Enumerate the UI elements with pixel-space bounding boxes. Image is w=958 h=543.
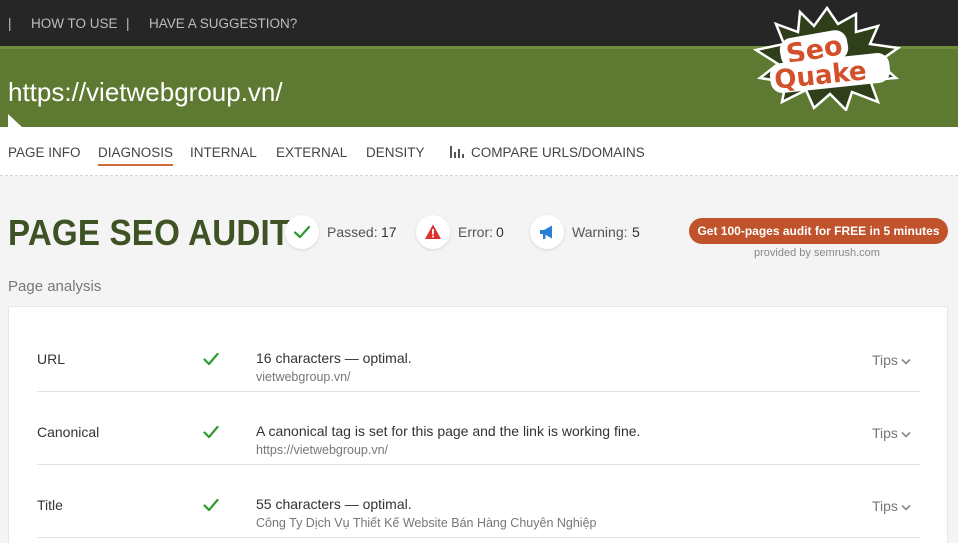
tab-label: DIAGNOSIS [98, 145, 174, 160]
tab-notch-decoration [8, 114, 22, 127]
check-icon [203, 425, 219, 439]
megaphone-icon [540, 225, 552, 239]
analysis-row-canonical: Canonical A canonical tag is set for thi… [37, 392, 920, 465]
row-detail: https://vietwebgroup.vn/ [256, 443, 389, 457]
tab-label: PAGE INFO [8, 145, 81, 160]
tab-label: DENSITY [366, 145, 425, 160]
tips-label: Tips [872, 352, 898, 368]
tab-internal[interactable]: INTERNAL [190, 145, 257, 160]
row-message: 55 characters — optimal. [256, 496, 412, 512]
page-title: PAGE SEO AUDIT [8, 212, 291, 253]
provided-by-text: provided by semrush.com [754, 247, 880, 259]
passed-count: 17 [381, 224, 397, 240]
seoquake-logo[interactable]: Seo Quake [752, 6, 902, 111]
tab-label: EXTERNAL [276, 145, 348, 160]
warning-count: 5 [632, 224, 640, 240]
row-message: A canonical tag is set for this page and… [256, 423, 641, 439]
row-name: Canonical [37, 424, 100, 440]
tips-label: Tips [872, 425, 898, 441]
report-tabs: PAGE INFO DIAGNOSIS INTERNAL EXTERNAL DE… [0, 127, 958, 176]
error-stat: Error: 0 [416, 215, 516, 249]
tips-toggle[interactable]: Tips [872, 425, 911, 441]
tips-toggle[interactable]: Tips [872, 352, 911, 368]
row-name: URL [37, 351, 66, 367]
warning-icon-circle [530, 215, 564, 249]
page-url: https://vietwebgroup.vn/ [8, 77, 283, 107]
tab-density[interactable]: DENSITY [366, 145, 425, 160]
row-detail: vietwebgroup.vn/ [256, 370, 351, 384]
how-to-use-link[interactable]: HOW TO USE [31, 16, 118, 31]
analysis-row-url: URL 16 characters — optimal. vietwebgrou… [37, 319, 920, 392]
passed-label: Passed: [327, 224, 378, 240]
row-detail: Công Ty Dịch Vụ Thiết Kế Website Bán Hàn… [256, 516, 597, 530]
suggestion-link[interactable]: HAVE A SUGGESTION? [149, 16, 297, 31]
tips-toggle[interactable]: Tips [872, 498, 911, 514]
analysis-row-title: Title 55 characters — optimal. Công Ty D… [37, 465, 920, 538]
page-analysis-card: URL 16 characters — optimal. vietwebgrou… [8, 306, 948, 543]
error-label: Error: [458, 224, 493, 240]
chevron-down-icon [901, 504, 911, 511]
alert-triangle-icon [425, 224, 441, 239]
free-audit-button[interactable]: Get 100-pages audit for FREE in 5 minute… [689, 218, 948, 244]
row-name: Title [37, 497, 63, 513]
tips-label: Tips [872, 498, 898, 514]
tab-label: COMPARE URLS/DOMAINS [471, 145, 645, 160]
error-icon-circle [416, 215, 450, 249]
check-icon [293, 225, 311, 239]
warning-label: Warning: [572, 224, 628, 240]
tab-diagnosis[interactable]: DIAGNOSIS [98, 145, 174, 166]
chevron-down-icon [901, 358, 911, 365]
section-heading: Page analysis [8, 278, 102, 295]
tab-label: INTERNAL [190, 145, 257, 160]
check-icon [203, 352, 219, 366]
check-icon [203, 498, 219, 512]
row-message: 16 characters — optimal. [256, 350, 412, 366]
chevron-down-icon [901, 431, 911, 438]
nav-separator: | [8, 16, 12, 31]
bar-chart-icon [450, 146, 465, 158]
nav-separator: | [126, 16, 130, 31]
error-count: 0 [496, 224, 504, 240]
tab-external[interactable]: EXTERNAL [276, 145, 347, 160]
passed-icon-circle [285, 215, 319, 249]
warning-stat: Warning: 5 [530, 215, 650, 249]
tab-compare-urls[interactable]: COMPARE URLS/DOMAINS [450, 145, 645, 160]
passed-stat: Passed: 17 [285, 215, 405, 249]
tab-page-info[interactable]: PAGE INFO [8, 145, 81, 160]
